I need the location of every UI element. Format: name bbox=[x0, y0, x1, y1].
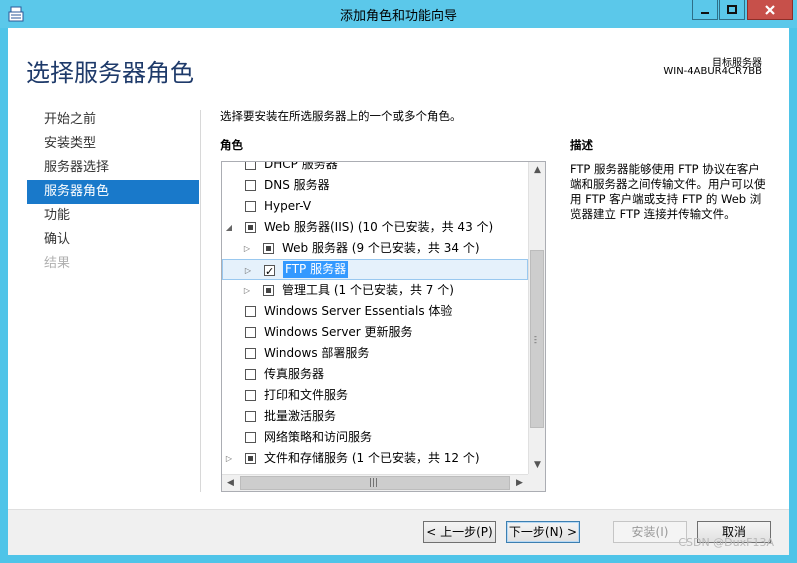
expand-arrow-icon[interactable]: ▷ bbox=[242, 280, 252, 301]
grip-icon: ||| bbox=[369, 478, 379, 488]
wizard-footer: < 上一步(P) 下一步(N) > 安装(I) 取消 CSDN @DuxF13A bbox=[8, 509, 789, 555]
expand-arrow-icon[interactable]: ▷ bbox=[242, 238, 252, 259]
scroll-up-arrow-icon[interactable]: ▲ bbox=[529, 162, 545, 179]
collapse-arrow-icon[interactable]: ◢ bbox=[224, 217, 234, 238]
description-text: FTP 服务器能够使用 FTP 协议在客户端和服务器之间传输文件。用户可以使用 … bbox=[570, 162, 766, 221]
role-label: Web 服务器 (9 个已安装，共 34 个) bbox=[282, 241, 480, 255]
role-label: 打印和文件服务 bbox=[264, 388, 349, 402]
maximize-button[interactable] bbox=[719, 0, 745, 20]
page-title: 选择服务器角色 bbox=[26, 59, 194, 87]
role-checkbox[interactable] bbox=[245, 453, 256, 464]
maximize-icon bbox=[727, 4, 737, 14]
nav-item-confirmation[interactable]: 确认 bbox=[27, 228, 199, 252]
role-row[interactable]: ▷ 文件和存储服务 (1 个已安装，共 12 个) bbox=[222, 448, 528, 469]
role-label: FTP 服务器 bbox=[283, 261, 349, 278]
minimize-button[interactable] bbox=[692, 0, 718, 20]
nav-item-before-you-begin[interactable]: 开始之前 bbox=[27, 108, 199, 132]
next-button[interactable]: 下一步(N) > bbox=[506, 521, 580, 543]
description-header: 描述 bbox=[570, 138, 593, 152]
role-checkbox[interactable] bbox=[245, 180, 256, 191]
nav-item-features[interactable]: 功能 bbox=[27, 204, 199, 228]
scroll-left-arrow-icon[interactable]: ◀ bbox=[222, 475, 239, 491]
role-label: 传真服务器 bbox=[264, 367, 325, 381]
nav-item-server-selection[interactable]: 服务器选择 bbox=[27, 156, 199, 180]
role-row[interactable]: DHCP 服务器 bbox=[222, 161, 528, 175]
scroll-down-arrow-icon[interactable]: ▼ bbox=[529, 457, 545, 474]
window-title: 添加角色和功能向导 bbox=[339, 9, 457, 24]
roles-header: 角色 bbox=[220, 138, 243, 152]
title-bar[interactable]: 添加角色和功能向导 bbox=[0, 0, 797, 28]
grip-icon: --- bbox=[534, 332, 537, 347]
nav-item-server-roles[interactable]: 服务器角色 bbox=[27, 180, 199, 204]
role-checkbox[interactable] bbox=[263, 285, 274, 296]
role-row[interactable]: Hyper-V bbox=[222, 196, 528, 217]
roles-tree-rows: DHCP 服务器 DNS 服务器 Hyper-V ◢ Web 服务器(IIS) (10 … bbox=[222, 161, 528, 469]
role-row[interactable]: Windows Server Essentials 体验 bbox=[222, 301, 528, 322]
wizard-client-area: 选择服务器角色 目标服务器 WIN-4ABUR4CR7BB 开始之前 安装类型 … bbox=[8, 28, 789, 555]
role-checkbox[interactable] bbox=[245, 222, 256, 233]
role-checkbox[interactable] bbox=[245, 162, 256, 170]
previous-button[interactable]: < 上一步(P) bbox=[423, 521, 496, 543]
horizontal-scroll-thumb[interactable]: ||| bbox=[240, 476, 510, 490]
watermark: CSDN @DuxF13A bbox=[678, 536, 774, 549]
role-label: DNS 服务器 bbox=[264, 178, 330, 192]
role-row[interactable]: 网络策略和访问服务 bbox=[222, 427, 528, 448]
role-checkbox[interactable] bbox=[245, 327, 256, 338]
role-row[interactable]: DNS 服务器 bbox=[222, 175, 528, 196]
role-row[interactable]: ▷ Web 服务器 (9 个已安装，共 34 个) bbox=[222, 238, 528, 259]
role-label: Windows Server Essentials 体验 bbox=[264, 304, 453, 318]
role-checkbox[interactable] bbox=[263, 243, 274, 254]
expand-arrow-icon[interactable]: ▷ bbox=[224, 448, 234, 469]
close-button[interactable] bbox=[747, 0, 793, 20]
target-server-name: WIN-4ABUR4CR7BB bbox=[663, 66, 762, 77]
expand-arrow-icon[interactable]: ▷ bbox=[243, 260, 253, 281]
nav-divider bbox=[200, 110, 201, 492]
role-row[interactable]: 传真服务器 bbox=[222, 364, 528, 385]
roles-tree[interactable]: DHCP 服务器 DNS 服务器 Hyper-V ◢ Web 服务器(IIS) (10 … bbox=[221, 161, 546, 492]
role-checkbox[interactable] bbox=[245, 390, 256, 401]
role-row[interactable]: 批量激活服务 bbox=[222, 406, 528, 427]
role-checkbox[interactable] bbox=[245, 432, 256, 443]
role-label: 网络策略和访问服务 bbox=[264, 430, 373, 444]
close-icon bbox=[765, 4, 775, 15]
role-label: Windows 部署服务 bbox=[264, 346, 370, 360]
role-row[interactable]: ▷ 管理工具 (1 个已安装，共 7 个) bbox=[222, 280, 528, 301]
role-label: 管理工具 (1 个已安装，共 7 个) bbox=[282, 283, 454, 297]
role-checkbox[interactable] bbox=[245, 306, 256, 317]
instruction-text: 选择要安装在所选服务器上的一个或多个角色。 bbox=[220, 109, 462, 123]
scroll-right-arrow-icon[interactable]: ▶ bbox=[511, 475, 528, 491]
role-checkbox[interactable] bbox=[245, 369, 256, 380]
role-row[interactable]: ▷ FTP 服务器 bbox=[222, 259, 528, 282]
role-label: Windows Server 更新服务 bbox=[264, 325, 413, 339]
horizontal-scrollbar[interactable]: ◀ ||| ▶ bbox=[222, 474, 528, 491]
role-row[interactable]: ◢ Web 服务器(IIS) (10 个已安装，共 43 个) bbox=[222, 217, 528, 238]
nav-item-results: 结果 bbox=[44, 256, 71, 271]
role-label: Web 服务器(IIS) (10 个已安装，共 43 个) bbox=[264, 220, 494, 234]
scrollbar-corner bbox=[528, 474, 545, 491]
role-checkbox[interactable] bbox=[245, 348, 256, 359]
vertical-scroll-thumb[interactable]: --- bbox=[530, 250, 544, 428]
role-checkbox[interactable] bbox=[264, 261, 275, 282]
vertical-scrollbar[interactable]: ▲ --- ▼ bbox=[528, 162, 545, 474]
role-label: 文件和存储服务 (1 个已安装，共 12 个) bbox=[264, 451, 480, 465]
role-row[interactable]: 打印和文件服务 bbox=[222, 385, 528, 406]
role-label: Hyper-V bbox=[264, 199, 312, 213]
nav-item-installation-type[interactable]: 安装类型 bbox=[27, 132, 199, 156]
minimize-icon bbox=[701, 11, 709, 14]
role-label: DHCP 服务器 bbox=[264, 161, 338, 171]
wizard-nav: 开始之前 安装类型 服务器选择 服务器角色 功能 确认 结果 bbox=[27, 108, 199, 276]
role-label: 批量激活服务 bbox=[264, 409, 337, 423]
role-checkbox[interactable] bbox=[245, 411, 256, 422]
role-row[interactable]: Windows 部署服务 bbox=[222, 343, 528, 364]
role-row[interactable]: Windows Server 更新服务 bbox=[222, 322, 528, 343]
role-checkbox[interactable] bbox=[245, 201, 256, 212]
install-button: 安装(I) bbox=[613, 521, 687, 543]
